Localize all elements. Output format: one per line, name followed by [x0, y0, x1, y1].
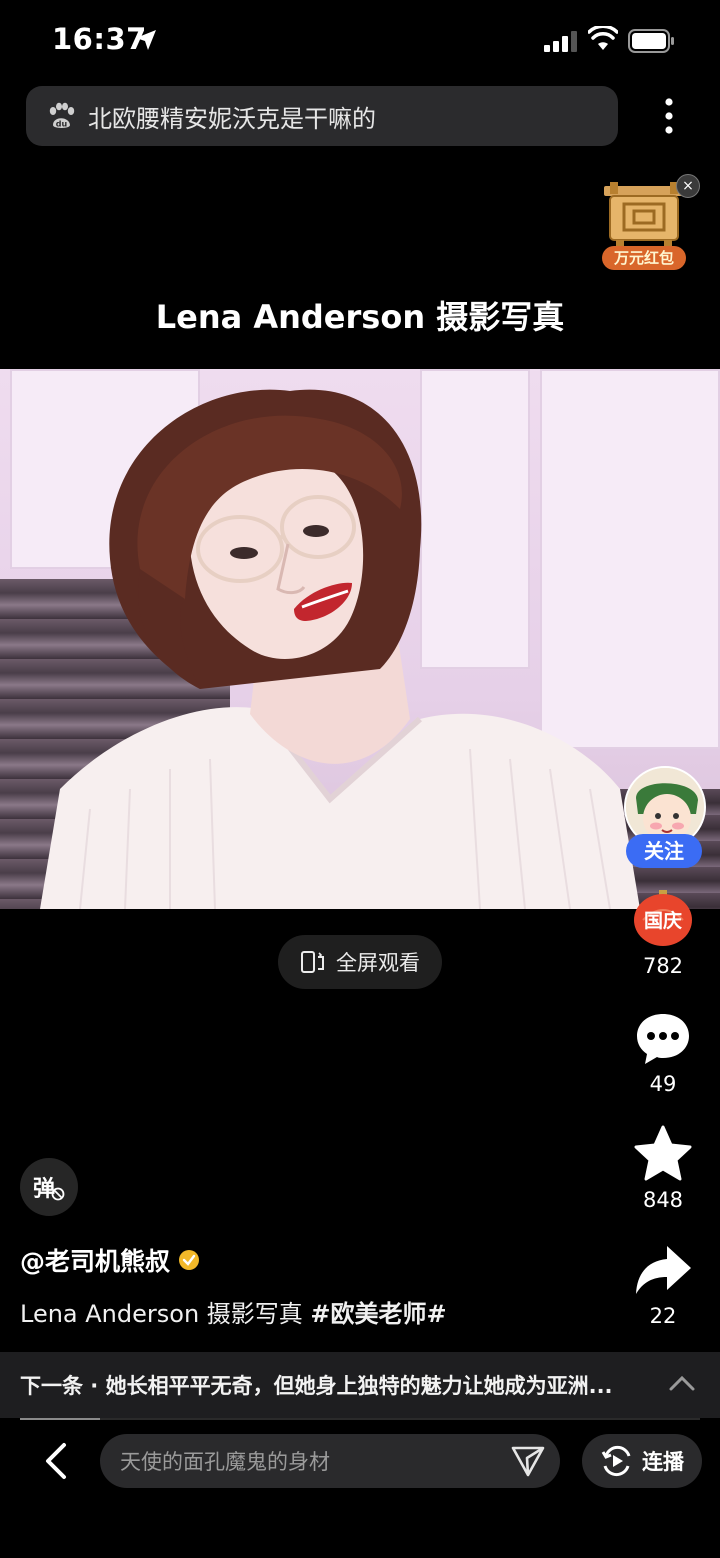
battery-icon [628, 29, 674, 53]
search-bar[interactable]: du 北欧腰精安妮沃克是干嘛的 [26, 86, 618, 146]
video-progress-track[interactable] [100, 1418, 700, 1420]
status-time: 16:37 [52, 22, 147, 56]
festival-lantern-like-icon: 国庆 [634, 890, 692, 946]
verified-badge-icon [179, 1250, 200, 1270]
woman-portrait-image [40, 389, 640, 909]
follow-button[interactable]: 关注 [626, 834, 702, 868]
danmu-off-icon [51, 1187, 65, 1201]
baidu-paw-icon: du [49, 102, 75, 129]
comment-bubble-icon [637, 1014, 689, 1064]
close-icon: × [682, 178, 694, 194]
next-video-bar[interactable]: 下一条 · 她长相平平无奇，但她身上独特的魅力让她成为亚洲... [0, 1352, 720, 1418]
author-name[interactable]: @老司机熊叔 [20, 1242, 170, 1278]
wifi-icon [588, 26, 618, 50]
like-count: 782 [642, 954, 684, 978]
svg-text:du: du [56, 120, 68, 129]
next-video-text: 下一条 · 她长相平平无奇，但她身上独特的魅力让她成为亚洲... [20, 1374, 613, 1398]
video-title: Lena Anderson 摄影写真 [155, 298, 565, 336]
cellular-signal-icon [544, 31, 577, 52]
comment-input[interactable]: 天使的面孔魔鬼的身材 [100, 1434, 560, 1488]
favorite-action[interactable]: 848 [618, 1124, 708, 1212]
author-avatar-group[interactable]: 关注 [622, 766, 706, 868]
comment-action[interactable]: 49 [618, 1008, 708, 1096]
video-player[interactable] [0, 369, 720, 909]
star-favorite-icon [634, 1125, 692, 1181]
danmu-toggle-button[interactable]: 弹 [20, 1158, 78, 1216]
status-bar: 16:37 [0, 0, 720, 80]
comment-placeholder: 天使的面孔魔鬼的身材 [120, 1450, 330, 1474]
share-action[interactable]: 22 [618, 1240, 708, 1328]
like-action[interactable]: 国庆 782 [618, 890, 708, 978]
send-icon[interactable] [510, 1444, 546, 1478]
back-arrow-icon[interactable] [40, 1442, 74, 1480]
share-arrow-icon [636, 1246, 691, 1294]
video-description: Lena Anderson 摄影写真 #欧美老师# [20, 1294, 447, 1329]
hashtag-link[interactable]: #欧美老师# [310, 1300, 446, 1328]
more-vertical-icon[interactable] [656, 96, 682, 136]
author-name-row[interactable]: @老司机熊叔 [20, 1242, 200, 1278]
chevron-up-icon[interactable] [668, 1372, 696, 1394]
comment-count: 49 [649, 1072, 677, 1096]
autoplay-button[interactable]: 连播 [582, 1434, 702, 1488]
description-text: Lena Anderson 摄影写真 [20, 1300, 311, 1328]
festival-badge-label: 国庆 [644, 909, 682, 932]
favorite-count: 848 [642, 1188, 684, 1212]
autoplay-loop-icon [601, 1446, 631, 1476]
video-progress-fill [20, 1418, 100, 1420]
fullscreen-rotate-icon [301, 951, 324, 973]
fullscreen-button[interactable]: 全屏观看 [278, 935, 442, 989]
share-count: 22 [649, 1304, 677, 1328]
red-packet-label[interactable]: 万元红包 [602, 246, 686, 270]
fullscreen-label: 全屏观看 [336, 951, 420, 975]
red-packet-close-button[interactable]: × [676, 174, 700, 198]
search-query: 北欧腰精安妮沃克是干嘛的 [88, 104, 376, 133]
autoplay-label: 连播 [642, 1450, 684, 1474]
location-arrow-icon [136, 30, 156, 50]
